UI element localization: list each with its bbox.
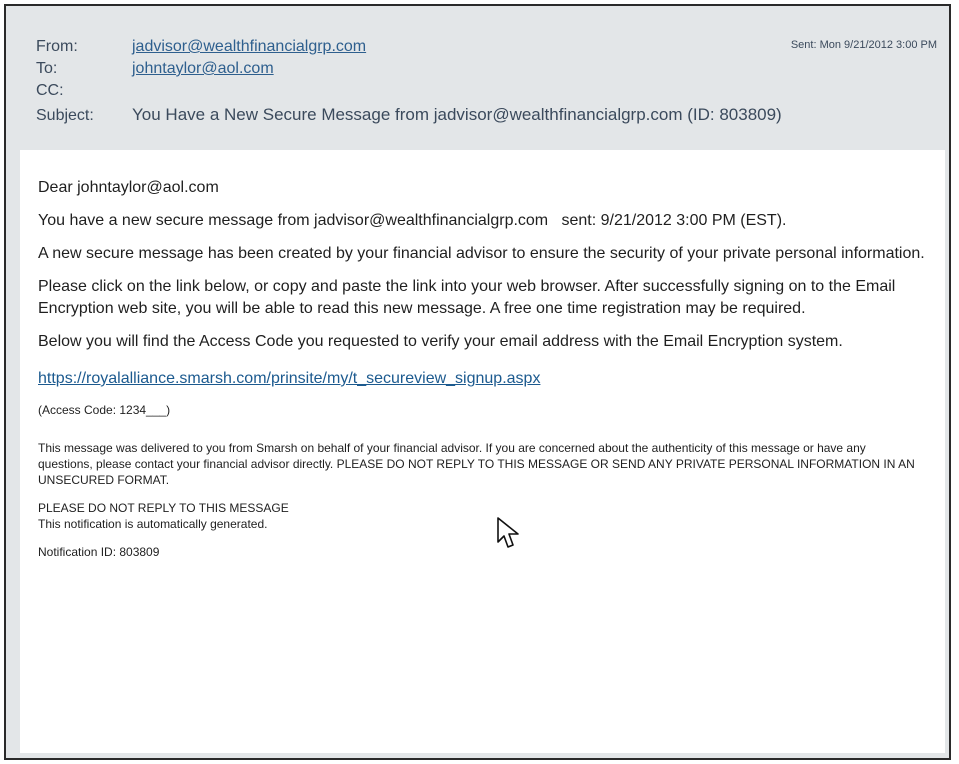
- access-code-paragraph: Below you will find the Access Code you …: [38, 333, 843, 350]
- disclaimer: This message was delivered to you from S…: [38, 441, 915, 487]
- email-body: Dear johntaylor@aol.com You have a new s…: [20, 150, 945, 753]
- security-paragraph: A new secure message has been created by…: [38, 245, 925, 262]
- auto-generated-line: This notification is automatically gener…: [38, 517, 268, 531]
- intro-line: You have a new secure message from jadvi…: [38, 212, 787, 229]
- access-code: (Access Code: 1234___): [38, 403, 171, 417]
- email-header: From: jadvisor@wealthfinancialgrp.com To:…: [6, 6, 949, 150]
- to-label: To:: [36, 60, 58, 77]
- instructions-paragraph: Please click on the link below, or copy …: [38, 278, 896, 317]
- from-address-link[interactable]: jadvisor@wealthfinancialgrp.com: [132, 38, 366, 55]
- to-row: To: johntaylor@aol.com: [36, 60, 274, 78]
- secure-view-link[interactable]: https://royalalliance.smarsh.com/prinsit…: [38, 370, 540, 388]
- subject-label: Subject:: [36, 107, 94, 124]
- subject-row: Subject: You Have a New Secure Message fr…: [36, 105, 782, 125]
- cc-label: CC:: [36, 82, 64, 99]
- greeting: Dear johntaylor@aol.com: [38, 179, 219, 196]
- noreply-notice: PLEASE DO NOT REPLY TO THIS MESSAGE This…: [38, 500, 945, 532]
- noreply-line: PLEASE DO NOT REPLY TO THIS MESSAGE: [38, 501, 289, 515]
- email-window: From: jadvisor@wealthfinancialgrp.com To:…: [4, 4, 951, 760]
- cc-row: CC:: [36, 82, 132, 100]
- mouse-pointer-icon: [497, 517, 519, 548]
- to-address-link[interactable]: johntaylor@aol.com: [132, 60, 274, 77]
- sent-timestamp: Sent: Mon 9/21/2012 3:00 PM: [790, 39, 937, 51]
- subject-text: You Have a New Secure Message from jadvi…: [132, 105, 782, 124]
- from-row: From: jadvisor@wealthfinancialgrp.com: [36, 38, 366, 56]
- notification-id: Notification ID: 803809: [38, 545, 160, 559]
- from-label: From:: [36, 38, 78, 55]
